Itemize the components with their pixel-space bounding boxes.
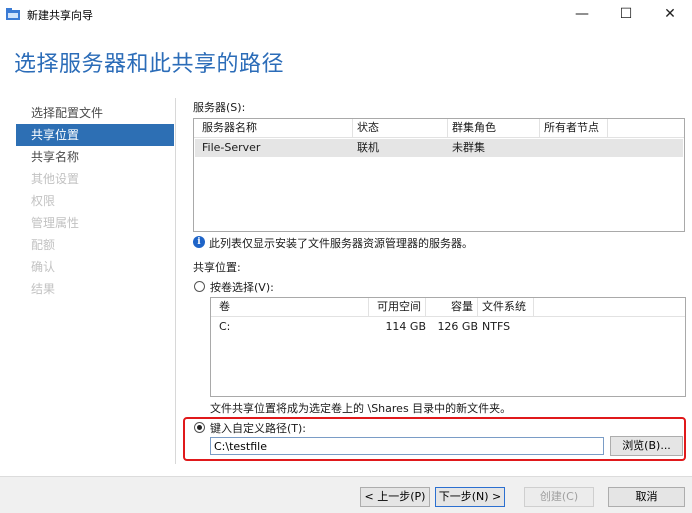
next-button[interactable]: 下一步(N) > xyxy=(435,487,505,507)
nav-item-other-settings: 其他设置 xyxy=(31,172,80,186)
cancel-button[interactable]: 取消 xyxy=(608,487,685,507)
column-header-cluster-role[interactable]: 群集角色 xyxy=(448,119,540,137)
column-header-owner-node[interactable]: 所有者节点 xyxy=(540,119,608,137)
table-row[interactable]: C: 114 GB 126 GB NTFS xyxy=(212,318,684,336)
cell-owner-node xyxy=(540,139,544,157)
nav-item-share-location[interactable]: 共享位置 xyxy=(16,124,174,146)
servers-label: 服务器(S): xyxy=(193,101,246,114)
cell-cluster-role: 未群集 xyxy=(452,141,485,154)
column-header-file-system[interactable]: 文件系统 xyxy=(478,298,534,316)
column-header-free-space[interactable]: 可用空间 xyxy=(369,298,426,316)
custom-path-input[interactable] xyxy=(210,437,604,455)
volumes-list[interactable]: 卷 可用空间 容量 文件系统 C: 114 GB 126 GB NTFS xyxy=(210,297,686,397)
cell-file-system: NTFS xyxy=(482,320,511,333)
custom-path-label[interactable]: 键入自定义路径(T): xyxy=(210,420,306,436)
shares-note: 文件共享位置将成为选定卷上的 \Shares 目录中的新文件夹。 xyxy=(210,402,512,415)
nav-item-select-profile[interactable]: 选择配置文件 xyxy=(16,102,174,124)
column-header-volume[interactable]: 卷 xyxy=(215,298,369,316)
maximize-button[interactable]: ☐ xyxy=(604,0,648,28)
custom-path-radio[interactable] xyxy=(194,422,205,433)
nav-item-management-properties: 管理属性 xyxy=(31,216,80,230)
share-location-label: 共享位置: xyxy=(193,261,241,274)
cell-volume: C: xyxy=(219,320,231,333)
cell-status: 联机 xyxy=(357,141,379,154)
table-row[interactable]: File-Server 联机 未群集 xyxy=(195,139,683,157)
volumes-list-header: 卷 可用空间 容量 文件系统 xyxy=(211,298,685,317)
share-folder-icon xyxy=(6,8,20,20)
info-icon: i xyxy=(193,236,205,248)
by-volume-label[interactable]: 按卷选择(V): xyxy=(210,279,274,295)
nav-item-results: 结果 xyxy=(31,282,56,296)
servers-list[interactable]: 服务器名称 状态 群集角色 所有者节点 File-Server 联机 未群集 xyxy=(193,118,685,232)
nav-item-permissions: 权限 xyxy=(31,194,56,208)
nav-item-quota: 配额 xyxy=(31,238,56,252)
cell-free-space: 114 GB xyxy=(385,320,426,333)
page-title: 选择服务器和此共享的路径 xyxy=(14,52,285,77)
by-volume-radio[interactable] xyxy=(194,281,205,292)
close-button[interactable]: ✕ xyxy=(648,0,692,28)
title-bar: 新建共享向导 — ☐ ✕ xyxy=(0,0,692,28)
servers-list-header: 服务器名称 状态 群集角色 所有者节点 xyxy=(194,119,684,138)
browse-button[interactable]: 浏览(B)... xyxy=(610,436,683,456)
previous-button[interactable]: < 上一步(P) xyxy=(360,487,430,507)
wizard-steps-nav: 选择配置文件 共享位置 共享名称 其他设置 权限 管理属性 配额 确认 结果 xyxy=(16,102,174,300)
cell-server-name: File-Server xyxy=(202,141,261,154)
create-button: 创建(C) xyxy=(524,487,594,507)
column-header-server-name[interactable]: 服务器名称 xyxy=(198,119,353,137)
nav-item-confirmation: 确认 xyxy=(31,260,56,274)
cell-capacity: 126 GB xyxy=(437,320,478,333)
nav-item-share-name[interactable]: 共享名称 xyxy=(16,146,174,168)
column-header-status[interactable]: 状态 xyxy=(353,119,448,137)
servers-info-text: 此列表仅显示安装了文件服务器资源管理器的服务器。 xyxy=(209,237,473,250)
minimize-button[interactable]: — xyxy=(560,0,604,28)
nav-divider xyxy=(175,98,176,464)
window-title: 新建共享向导 xyxy=(27,9,93,22)
column-header-capacity[interactable]: 容量 xyxy=(426,298,478,316)
